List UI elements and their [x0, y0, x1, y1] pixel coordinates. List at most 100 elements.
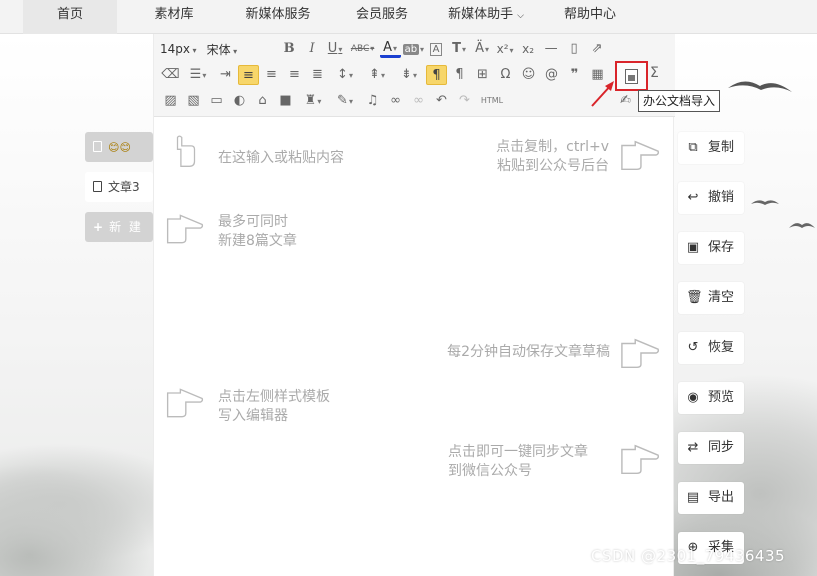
toolbar-row-2: ⌫ ☰ ⇥ ≡ ≡ ≡ ≣ ↕ ⇞ ⇟ ¶ ¶ ⊞ Ω ☺ @ ❞ ▦ — [160, 64, 610, 86]
rtl-icon[interactable]: ¶ — [449, 65, 470, 85]
external-link-icon[interactable]: ⇗ — [587, 39, 608, 59]
sync-button[interactable]: ⇄ 同步 — [678, 432, 744, 464]
office-document-icon — [625, 69, 638, 84]
multi-image-icon[interactable]: ▧ — [183, 91, 204, 111]
align-right-icon[interactable]: ≡ — [284, 65, 305, 85]
restore-button[interactable]: ↺ 恢复 — [678, 332, 744, 364]
trash-icon: 🗑 — [686, 290, 703, 305]
bird-icon — [751, 200, 779, 205]
page-icon[interactable]: ▯ — [564, 39, 585, 59]
article-tab-2-label: 文章3 — [108, 180, 140, 194]
preview-button[interactable]: ◉ 预览 — [678, 382, 744, 414]
hand-right-icon — [621, 140, 660, 170]
new-article-button[interactable]: + 新 建 — [85, 212, 153, 242]
text-border-icon[interactable]: A — [426, 39, 447, 59]
align-center-icon[interactable]: ≡ — [261, 65, 282, 85]
letter-spacing-icon[interactable]: Ä — [472, 39, 493, 59]
superscript-icon[interactable]: x² — [495, 39, 516, 59]
undo-icon: ↩ — [687, 190, 699, 205]
watermark-text: CSDN @2301_79436435 — [591, 547, 786, 565]
subscript-icon[interactable]: x₂ — [518, 39, 539, 59]
music-icon[interactable]: ♫ — [362, 91, 383, 111]
omega-icon[interactable]: Ω — [495, 65, 516, 85]
redo-toolbar-icon[interactable]: ↷ — [454, 91, 475, 111]
hint-max-line2: 新建8篇文章 — [218, 233, 297, 249]
toolbar-row-1: 14px 宋体 B I U ABC A ab A T Ä x² x₂ — ▯ ⇗ — [160, 38, 610, 60]
indent-dropdown-icon[interactable]: ☰ — [183, 65, 213, 85]
font-family-select[interactable]: 宋体 — [207, 41, 269, 58]
eye-icon: ◉ — [687, 390, 699, 405]
emoji-icon[interactable]: ☺ — [518, 65, 539, 85]
sigma-icon[interactable]: Σ — [650, 65, 659, 81]
underline-icon[interactable]: U — [325, 39, 346, 59]
copy-button[interactable]: ⧉ 复制 — [678, 132, 744, 164]
align-justify-icon[interactable]: ≣ — [307, 65, 328, 85]
line-height-icon[interactable]: ↕ — [330, 65, 360, 85]
hint-template-line1: 点击左侧样式模板 — [218, 389, 330, 405]
bird-icon — [728, 81, 792, 92]
new-article-label: 新 建 — [109, 220, 143, 234]
italic-icon[interactable]: I — [302, 39, 323, 59]
hand-up-icon — [176, 135, 196, 167]
image-float-icon[interactable]: ⊞ — [472, 65, 493, 85]
align-left-icon[interactable]: ≡ — [238, 65, 259, 85]
undo-toolbar-icon[interactable]: ↶ — [431, 91, 452, 111]
undo-button[interactable]: ↩ 撤销 — [678, 182, 744, 214]
map-pin-icon[interactable]: ⌂ — [252, 91, 273, 111]
hand-right-icon — [166, 214, 204, 244]
at-icon[interactable]: @ — [541, 65, 562, 85]
nav-home[interactable]: 首页 — [23, 0, 117, 34]
save-icon: ▣ — [686, 240, 700, 255]
video-icon[interactable]: ■ — [275, 91, 296, 111]
hand-right-icon — [621, 444, 660, 474]
restore-button-label: 恢复 — [708, 340, 735, 355]
nav-media-services[interactable]: 新媒体服务 — [233, 0, 323, 34]
unlink-icon[interactable]: ∞ — [408, 91, 429, 111]
nav-membership[interactable]: 会员服务 — [344, 0, 420, 34]
paragraph-after-icon[interactable]: ⇟ — [394, 65, 424, 85]
font-color-icon[interactable]: A — [379, 40, 401, 58]
hint-copy-line2: 粘贴到公众号后台 — [497, 158, 609, 174]
magic-wand-icon[interactable]: ✎ — [330, 91, 360, 111]
horizontal-rule-icon[interactable]: — — [541, 39, 562, 59]
strikethrough-icon[interactable]: ABC — [348, 39, 378, 59]
eraser-icon[interactable]: ⌫ — [160, 65, 181, 85]
hand-right-icon — [621, 338, 660, 368]
export-icon: ▤ — [686, 490, 700, 505]
palette-icon[interactable]: ◐ — [229, 91, 250, 111]
bold-icon[interactable]: B — [279, 39, 300, 59]
paragraph-before-icon[interactable]: ⇞ — [362, 65, 392, 85]
video-frame-icon[interactable]: ▭ — [206, 91, 227, 111]
nav-materials[interactable]: 素材库 — [136, 0, 212, 34]
restore-icon: ↺ — [687, 340, 699, 355]
sync-icon: ⇄ — [687, 440, 699, 455]
text-size-icon[interactable]: T — [449, 39, 470, 59]
export-button-label: 导出 — [708, 490, 735, 505]
hint-autosave: 每2分钟自动保存文章草稿 — [447, 344, 610, 360]
clear-button[interactable]: 🗑 清空 — [678, 282, 744, 314]
format-painter-icon[interactable]: ♜ — [298, 91, 328, 111]
top-navigation: 首页 素材库 新媒体服务 会员服务 新媒体助手 ⌵ 帮助中心 — [0, 0, 817, 34]
quote-icon[interactable]: ❞ — [564, 65, 585, 85]
editor-panel: 14px 宋体 B I U ABC A ab A T Ä x² x₂ — ▯ ⇗… — [153, 34, 675, 576]
export-button[interactable]: ▤ 导出 — [678, 482, 744, 514]
red-arrow-annotation — [591, 81, 614, 107]
hint-sync-line1: 点击即可一键同步文章 — [448, 444, 588, 460]
ltr-icon[interactable]: ¶ — [426, 65, 447, 85]
nav-media-assistant[interactable]: 新媒体助手 ⌵ — [438, 0, 534, 34]
indent-icon[interactable]: ⇥ — [215, 65, 236, 85]
hint-template-line2: 写入编辑器 — [218, 408, 288, 424]
highlight-icon[interactable]: ab — [402, 39, 424, 59]
article-tab-2[interactable]: 文章3 — [85, 172, 153, 202]
image-icon[interactable]: ▨ — [160, 91, 181, 111]
edit-icon[interactable]: ✍ — [620, 93, 631, 108]
font-size-select[interactable]: 14px — [160, 42, 197, 56]
html-source-button[interactable]: HTML — [477, 91, 507, 111]
link-icon[interactable]: ∞ — [385, 91, 406, 111]
nav-help[interactable]: 帮助中心 — [552, 0, 628, 34]
article-tab-1[interactable]: 😊😊 — [85, 132, 153, 162]
hint-input: 在这输入或粘贴内容 — [218, 150, 344, 166]
document-icon — [93, 141, 102, 152]
save-button[interactable]: ▣ 保存 — [678, 232, 744, 264]
office-import-tooltip: 办公文档导入 — [638, 90, 721, 112]
